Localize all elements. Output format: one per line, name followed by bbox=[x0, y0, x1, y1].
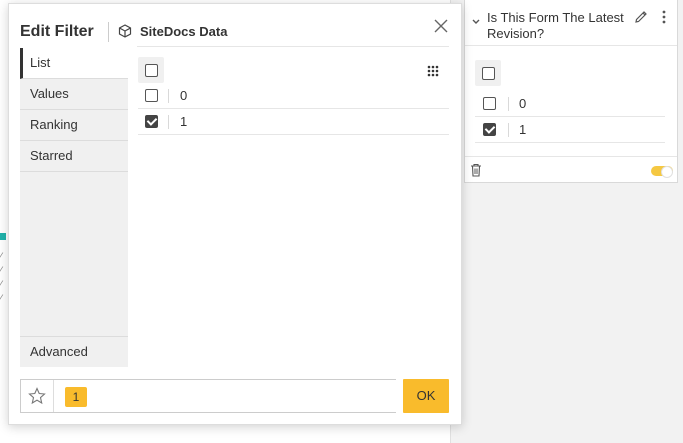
background-accent-mark bbox=[0, 233, 6, 240]
card-select-all[interactable] bbox=[475, 60, 501, 86]
dataset-name: SiteDocs Data bbox=[140, 24, 228, 39]
filter-card-header: Is This Form The Latest Revision? bbox=[465, 0, 677, 46]
filter-card: Is This Form The Latest Revision? 0 1 bbox=[464, 0, 678, 183]
filter-card-title: Is This Form The Latest Revision? bbox=[487, 10, 624, 41]
value-list: 0 1 bbox=[138, 83, 449, 135]
list-item-label: 1 bbox=[180, 114, 188, 129]
ok-button[interactable]: OK bbox=[403, 379, 449, 413]
title-divider bbox=[108, 22, 109, 42]
card-value-list: 0 1 bbox=[475, 91, 665, 143]
selection-bar: 1 bbox=[20, 379, 396, 413]
grid-icon[interactable] bbox=[427, 65, 439, 77]
edit-filter-dialog: Edit Filter SiteDocs Data List Values Ra… bbox=[8, 3, 462, 425]
checkbox[interactable] bbox=[145, 89, 158, 102]
list-item-label: 1 bbox=[519, 122, 527, 137]
dialog-title: Edit Filter bbox=[20, 23, 94, 40]
list-item[interactable]: 1 bbox=[138, 109, 449, 135]
checkbox[interactable] bbox=[145, 115, 158, 128]
list-item[interactable]: 0 bbox=[475, 91, 665, 117]
chevron-down-icon[interactable] bbox=[471, 17, 481, 27]
header-divider bbox=[137, 46, 449, 47]
kebab-icon[interactable] bbox=[661, 9, 667, 25]
background-partial-text: ⁄ ⁄ ⁄ ⁄ bbox=[0, 251, 2, 305]
checkbox[interactable] bbox=[482, 67, 495, 80]
select-all[interactable] bbox=[138, 57, 164, 83]
list-item[interactable]: 0 bbox=[138, 83, 449, 109]
filter-card-footer bbox=[465, 156, 677, 182]
filter-tabs: List Values Ranking Starred Advanced bbox=[20, 48, 128, 367]
divider bbox=[508, 123, 509, 137]
divider bbox=[168, 115, 169, 129]
tab-list[interactable]: List bbox=[20, 48, 128, 79]
list-item-label: 0 bbox=[519, 96, 527, 111]
cube-icon bbox=[118, 24, 132, 38]
divider bbox=[168, 89, 169, 103]
tab-advanced[interactable]: Advanced bbox=[20, 336, 128, 367]
list-item[interactable]: 1 bbox=[475, 117, 665, 143]
checkbox[interactable] bbox=[483, 97, 496, 110]
tab-ranking[interactable]: Ranking bbox=[20, 110, 128, 141]
close-icon[interactable] bbox=[434, 19, 448, 33]
checkbox[interactable] bbox=[145, 64, 158, 77]
pencil-icon[interactable] bbox=[633, 9, 649, 25]
selected-value-badge[interactable]: 1 bbox=[65, 387, 87, 407]
checkbox[interactable] bbox=[483, 123, 496, 136]
trash-icon[interactable] bbox=[470, 163, 482, 177]
list-item-label: 0 bbox=[180, 88, 188, 103]
star-icon bbox=[28, 387, 46, 405]
toggle-switch[interactable] bbox=[651, 166, 673, 178]
star-button[interactable] bbox=[21, 380, 54, 412]
divider bbox=[508, 97, 509, 111]
tab-starred[interactable]: Starred bbox=[20, 141, 128, 172]
tab-values[interactable]: Values bbox=[20, 79, 128, 110]
